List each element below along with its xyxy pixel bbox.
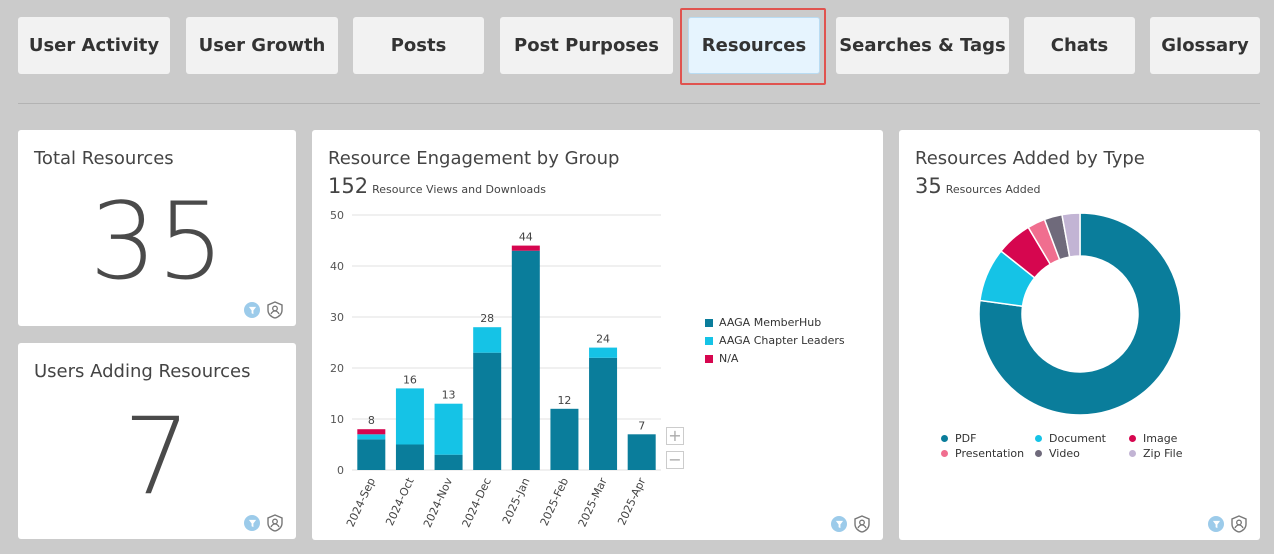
legend-label: N/A xyxy=(719,352,739,365)
tab-user-activity[interactable]: User Activity xyxy=(18,17,170,74)
legend-item-video[interactable]: Video xyxy=(1035,447,1129,460)
y-tick-label: 30 xyxy=(330,311,344,324)
user-shield-icon[interactable] xyxy=(266,301,284,319)
user-shield-icon[interactable] xyxy=(853,515,871,533)
legend-swatch xyxy=(705,336,713,345)
y-tick-label: 20 xyxy=(330,362,344,375)
bar-segment xyxy=(473,352,502,470)
x-tick-label: 2024-Nov xyxy=(421,475,456,529)
x-tick-label: 2025-Jan xyxy=(500,476,533,526)
card-title: Total Resources xyxy=(34,148,174,169)
legend-dot xyxy=(1035,450,1042,457)
bar-segment xyxy=(550,408,579,470)
legend-dot xyxy=(941,435,948,442)
y-tick-label: 0 xyxy=(337,464,344,477)
legend-item-memberhub[interactable]: AAGA MemberHub xyxy=(705,316,845,329)
data-label: 7 xyxy=(638,419,645,432)
legend-dot xyxy=(941,450,948,457)
x-tick-label: 2025-Apr xyxy=(615,475,648,527)
legend-label: Zip File xyxy=(1143,447,1183,460)
engagement-legend: AAGA MemberHub AAGA Chapter Leaders N/A xyxy=(705,316,845,370)
bar-segment xyxy=(395,444,424,470)
users-adding-value: 7 xyxy=(123,395,191,518)
divider xyxy=(18,103,1260,104)
legend-item-zip-file[interactable]: Zip File xyxy=(1129,447,1199,460)
x-tick-label: 2024-Oct xyxy=(383,475,417,528)
legend-label: Presentation xyxy=(955,447,1025,460)
y-tick-label: 10 xyxy=(330,413,344,426)
tab-chats[interactable]: Chats xyxy=(1024,17,1135,74)
data-label: 12 xyxy=(557,394,571,407)
tab-bar: User Activity User Growth Posts Post Pur… xyxy=(0,0,1274,100)
legend-item-presentation[interactable]: Presentation xyxy=(941,447,1035,460)
legend-swatch xyxy=(705,318,713,327)
legend-label: PDF xyxy=(955,432,977,445)
user-shield-icon[interactable] xyxy=(266,514,284,532)
users-adding-resources-card: Users Adding Resources 7 xyxy=(18,343,296,539)
data-label: 24 xyxy=(596,333,610,346)
resources-type-donut-chart xyxy=(978,212,1182,416)
zoom-out-button[interactable]: − xyxy=(666,451,684,469)
tab-user-growth[interactable]: User Growth xyxy=(186,17,338,74)
total-resources-card: Total Resources 35 xyxy=(18,130,296,326)
bar-segment xyxy=(357,434,386,440)
legend-item-image[interactable]: Image xyxy=(1129,432,1199,445)
legend-label: AAGA Chapter Leaders xyxy=(719,334,845,347)
bar-segment xyxy=(434,454,463,470)
x-tick-label: 2024-Sep xyxy=(344,476,378,529)
filter-icon[interactable] xyxy=(244,515,260,531)
bar-segment xyxy=(627,434,656,470)
engagement-card: Resource Engagement by Group 152 Resource… xyxy=(312,130,883,540)
bar-segment xyxy=(395,388,424,445)
tab-glossary[interactable]: Glossary xyxy=(1150,17,1260,74)
bar-segment xyxy=(589,347,618,358)
legend-label: AAGA MemberHub xyxy=(719,316,822,329)
legend-swatch xyxy=(705,354,713,363)
bar-segment xyxy=(511,245,540,251)
legend-item-document[interactable]: Document xyxy=(1035,432,1129,445)
total-resources-value: 35 xyxy=(89,180,225,303)
filter-icon[interactable] xyxy=(244,302,260,318)
x-tick-label: 2024-Dec xyxy=(460,476,494,530)
data-label: 13 xyxy=(442,389,456,402)
bar-segment xyxy=(357,429,386,435)
legend-dot xyxy=(1129,435,1136,442)
resources-by-type-card: Resources Added by Type 35 Resources Adde… xyxy=(899,130,1260,540)
x-tick-label: 2025-Feb xyxy=(538,476,572,528)
y-tick-label: 50 xyxy=(330,209,344,222)
bar-segment xyxy=(511,250,540,470)
user-shield-icon[interactable] xyxy=(1230,515,1248,533)
tab-posts[interactable]: Posts xyxy=(353,17,484,74)
legend-item-pdf[interactable]: PDF xyxy=(941,432,1035,445)
legend-label: Video xyxy=(1049,447,1080,460)
x-tick-label: 2025-Mar xyxy=(576,475,610,529)
bar-segment xyxy=(434,403,463,455)
zoom-in-button[interactable]: + xyxy=(666,427,684,445)
data-label: 28 xyxy=(480,312,494,325)
legend-label: Document xyxy=(1049,432,1106,445)
legend-label: Image xyxy=(1143,432,1178,445)
tab-resources[interactable]: Resources xyxy=(688,17,820,74)
card-title: Users Adding Resources xyxy=(34,361,251,382)
tab-searches-tags[interactable]: Searches & Tags xyxy=(836,17,1009,74)
data-label: 8 xyxy=(368,414,375,427)
data-label: 16 xyxy=(403,373,417,386)
legend-item-chapter-leaders[interactable]: AAGA Chapter Leaders xyxy=(705,334,845,347)
legend-dot xyxy=(1035,435,1042,442)
data-label: 44 xyxy=(519,231,533,244)
bar-segment xyxy=(589,357,618,470)
tab-post-purposes[interactable]: Post Purposes xyxy=(500,17,673,74)
donut-legend: PDF Document Image Presentation Video Zi… xyxy=(941,432,1201,460)
filter-icon[interactable] xyxy=(1208,516,1224,532)
legend-dot xyxy=(1129,450,1136,457)
y-tick-label: 40 xyxy=(330,260,344,273)
bar-segment xyxy=(473,327,502,353)
filter-icon[interactable] xyxy=(831,516,847,532)
bar-segment xyxy=(357,439,386,470)
legend-item-na[interactable]: N/A xyxy=(705,352,845,365)
